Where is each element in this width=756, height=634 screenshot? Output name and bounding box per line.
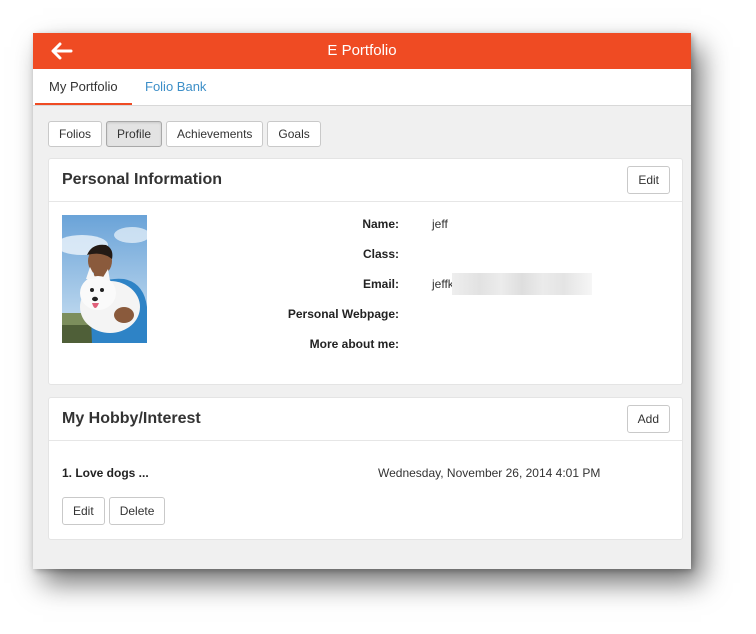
- segment-folios[interactable]: Folios: [48, 121, 103, 147]
- email-text: jeffk: [432, 277, 454, 291]
- segment-bar: Folios Profile Achievements Goals: [48, 121, 321, 147]
- name-label: Name:: [362, 217, 399, 231]
- add-hobby-button[interactable]: Add: [626, 405, 670, 433]
- info-row-about: More about me:: [179, 337, 669, 357]
- personal-info-title: Personal Information: [62, 171, 223, 188]
- hobby-edit-button[interactable]: Edit: [62, 497, 105, 525]
- webpage-label: Personal Webpage:: [287, 307, 399, 321]
- main-tabs: My Portfolio Folio Bank: [33, 69, 691, 106]
- hobby-delete-button[interactable]: Delete: [108, 497, 166, 525]
- info-row-email: Email: jeffk: [179, 273, 669, 297]
- hobby-date: Wednesday, November 26, 2014 4:01 PM: [378, 466, 601, 480]
- tab-folio-bank[interactable]: Folio Bank: [131, 69, 220, 103]
- info-row-webpage: Personal Webpage:: [179, 307, 669, 327]
- back-button[interactable]: [45, 39, 79, 63]
- info-row-class: Class:: [179, 247, 669, 267]
- app-title: E Portfolio: [327, 42, 397, 59]
- info-row-name: Name: jeff: [179, 217, 669, 237]
- segment-achievements[interactable]: Achievements: [166, 121, 264, 147]
- back-arrow-icon: [51, 42, 73, 60]
- segment-goals[interactable]: Goals: [267, 121, 321, 147]
- about-label: More about me:: [309, 337, 399, 351]
- segment-profile[interactable]: Profile: [106, 121, 163, 147]
- email-label: Email:: [362, 277, 399, 291]
- email-value: jeffk: [432, 273, 592, 295]
- avatar: [62, 215, 147, 343]
- hobby-header: My Hobby/Interest Add: [49, 398, 682, 441]
- hobby-card: My Hobby/Interest Add 1. Love dogs ... W…: [48, 397, 683, 540]
- class-label: Class:: [362, 247, 399, 261]
- name-value: jeff: [432, 217, 448, 231]
- personal-info-card: Personal Information Edit Name: jeff Cla…: [48, 158, 683, 385]
- hobby-title: My Hobby/Interest: [62, 410, 201, 427]
- personal-info-header: Personal Information Edit: [49, 159, 682, 202]
- email-redaction-blur: [452, 273, 592, 295]
- personal-info-edit-button[interactable]: Edit: [627, 166, 670, 194]
- hobby-name: 1. Love dogs ...: [62, 466, 149, 480]
- tab-my-portfolio[interactable]: My Portfolio: [35, 69, 132, 105]
- top-bar: E Portfolio: [33, 33, 691, 69]
- app-window: E Portfolio My Portfolio Folio Bank Foli…: [33, 33, 691, 569]
- profile-photo-icon: [62, 215, 147, 343]
- hobby-actions: Edit Delete: [62, 497, 166, 525]
